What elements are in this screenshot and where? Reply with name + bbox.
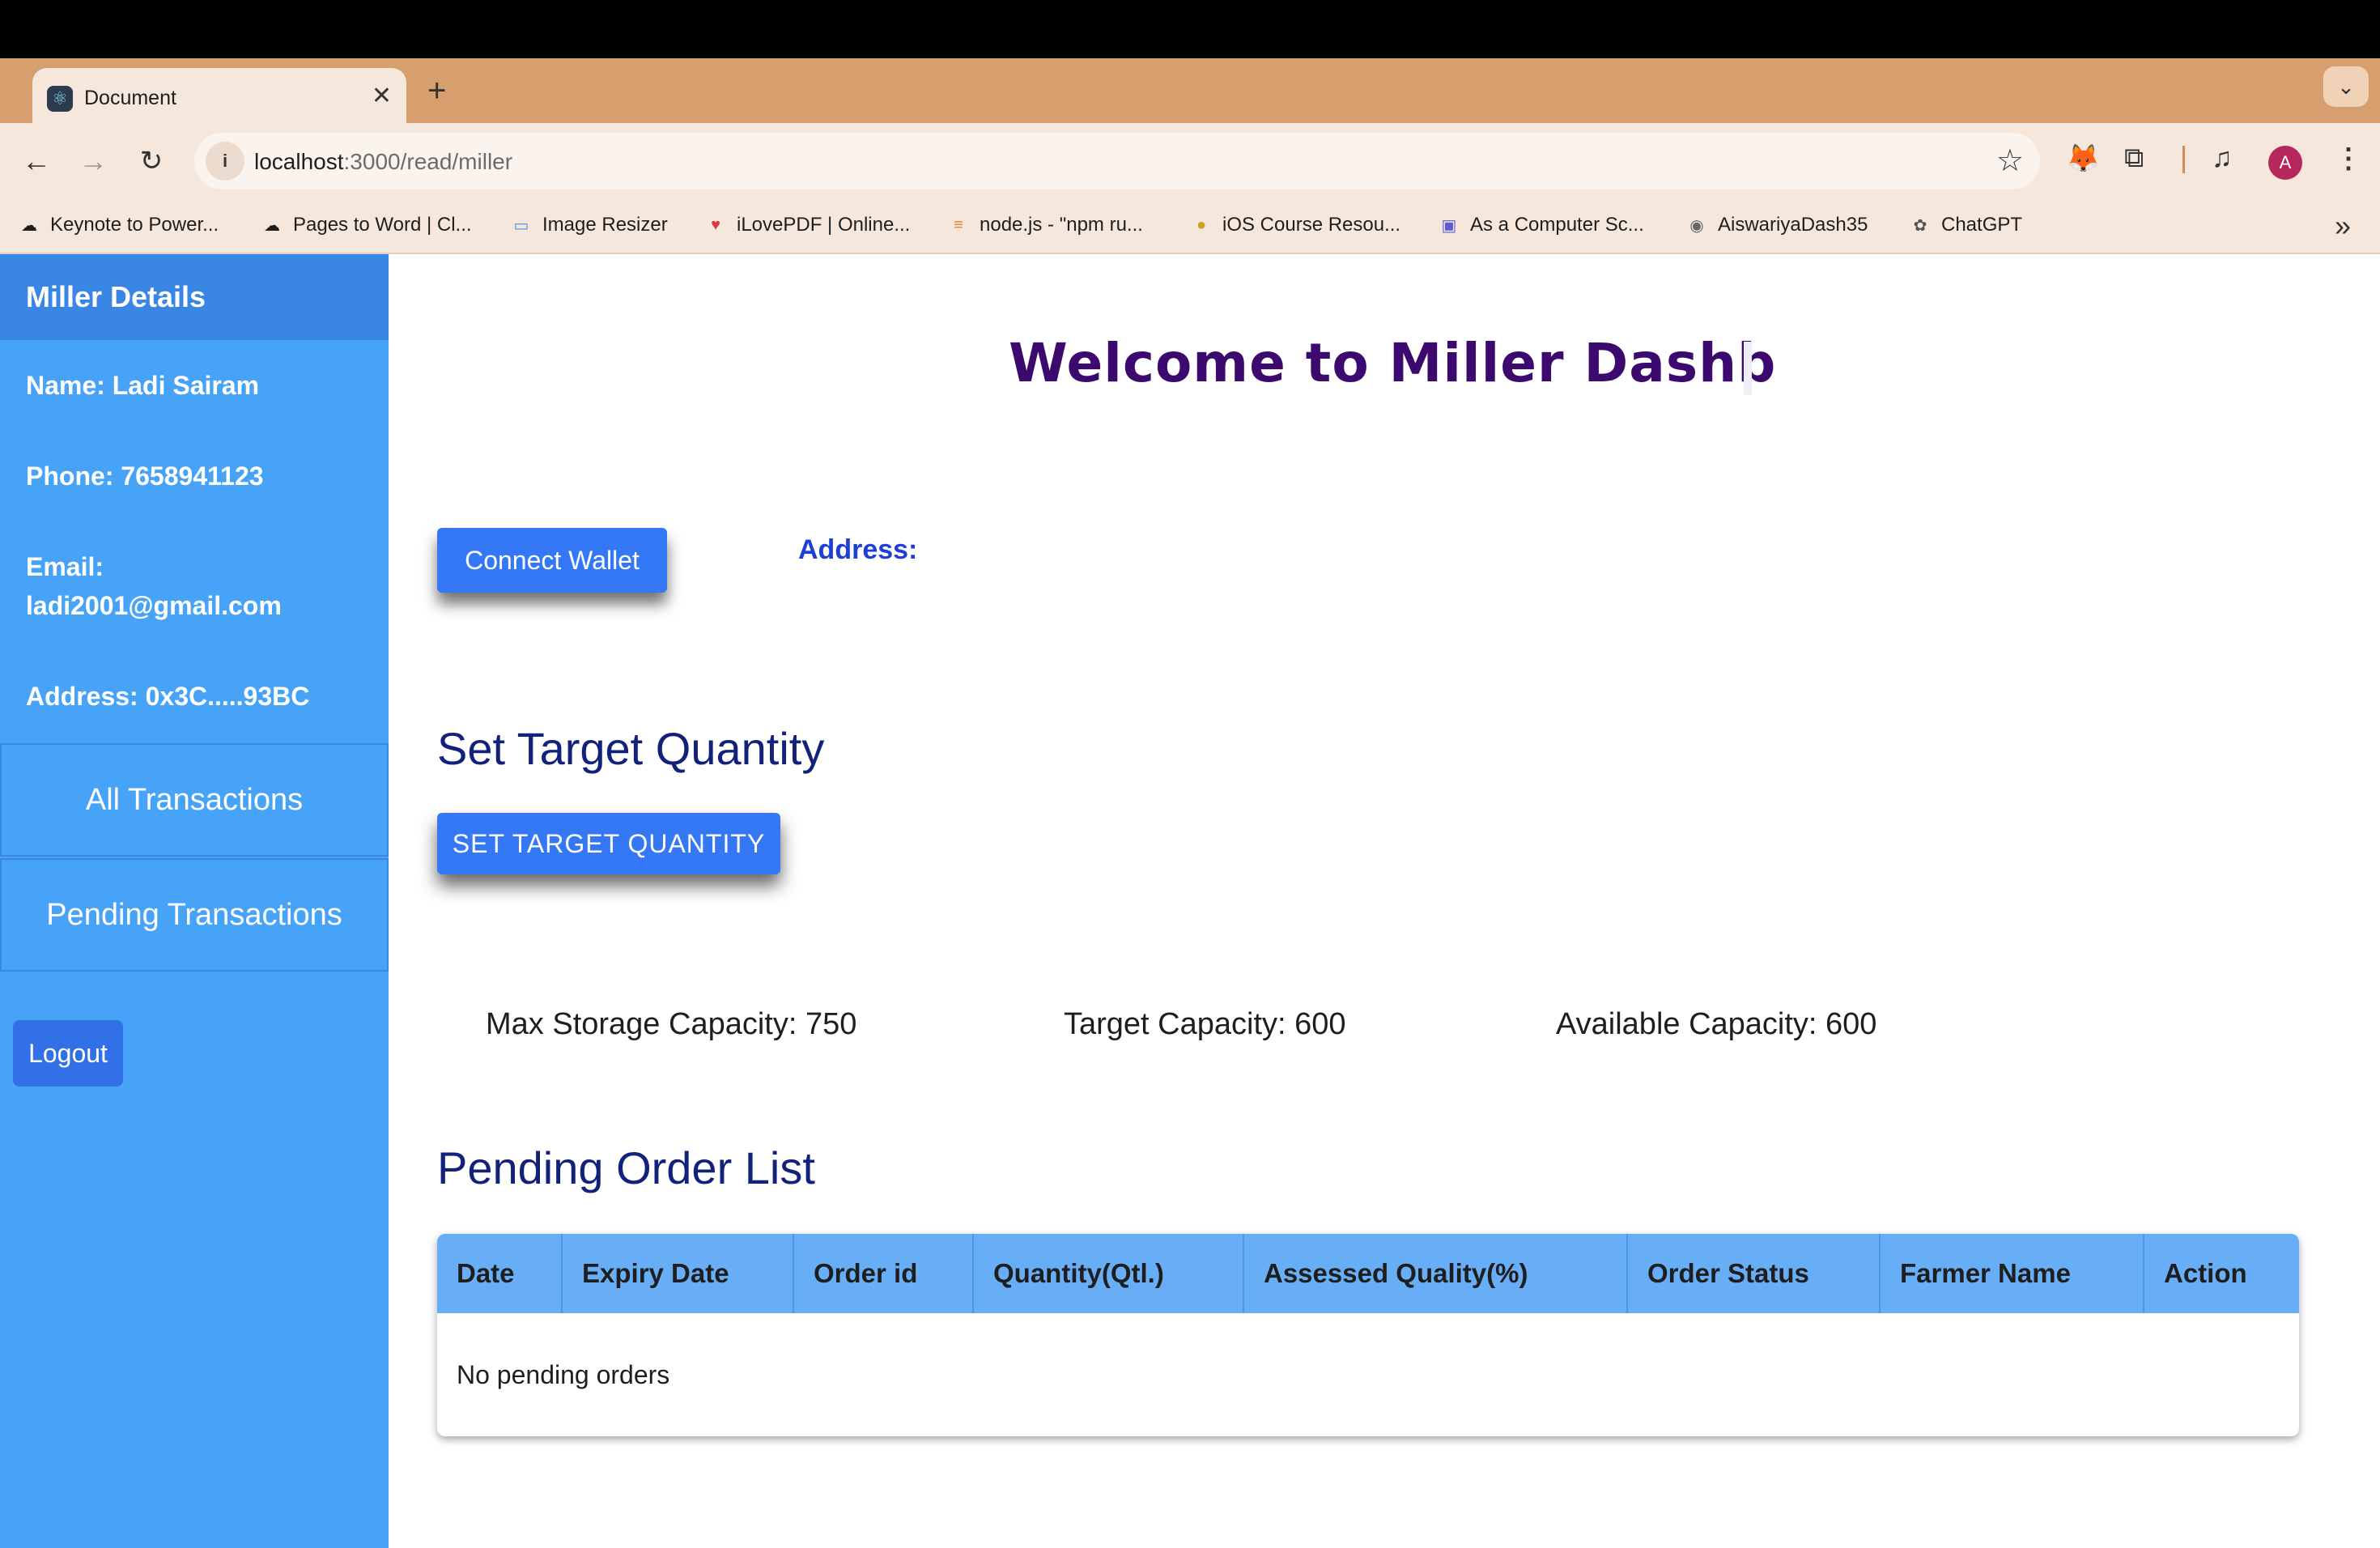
more-menu-icon[interactable]: ⋮: [2335, 142, 2362, 175]
sidebar-item-pending-transactions[interactable]: Pending Transactions: [0, 858, 389, 972]
chatgpt-icon: ✿: [1913, 216, 1927, 235]
empty-message: No pending orders: [457, 1359, 670, 1389]
target-capacity: Target Capacity: 600: [1064, 1007, 1346, 1041]
browser-toolbar: ← → ↻ i localhost:3000/read/miller ☆ 🦊 ⧉…: [0, 123, 2380, 199]
double-chevron-right-icon[interactable]: »: [2335, 209, 2351, 243]
sidebar-item-all-transactions[interactable]: All Transactions: [0, 743, 389, 857]
set-target-heading: Set Target Quantity: [437, 723, 825, 774]
screen-top-bar: [0, 0, 2380, 58]
forward-icon[interactable]: →: [73, 141, 113, 181]
pending-orders-table: Date Expiry Date Order id Quantity(Qtl.)…: [437, 1234, 2299, 1436]
cloud-icon: ☁: [21, 216, 37, 235]
set-target-quantity-button[interactable]: SET TARGET QUANTITY: [437, 813, 780, 874]
bookmark-item[interactable]: ♥ iLovePDF | Online...: [704, 214, 910, 236]
column-header: Assessed Quality(%): [1243, 1234, 1628, 1313]
github-icon: ◉: [1689, 216, 1704, 235]
column-header: Date: [437, 1234, 563, 1313]
sidebar-header: Miller Details: [0, 254, 389, 340]
info-icon[interactable]: i: [206, 142, 244, 181]
pending-order-heading: Pending Order List: [437, 1142, 815, 1193]
available-capacity: Available Capacity: 600: [1556, 1007, 1877, 1041]
column-header: Order id: [793, 1234, 974, 1313]
bookmark-item[interactable]: ● iOS Course Resou...: [1190, 214, 1400, 236]
chevron-down-icon[interactable]: ⌄: [2323, 66, 2369, 107]
typing-caret: [1744, 342, 1752, 395]
extensions-icon[interactable]: ⧉: [2124, 142, 2144, 174]
course-icon: ●: [1196, 215, 1207, 234]
browser-tab-strip: ⚛ Document ✕ + ⌄: [0, 58, 2380, 125]
new-tab-icon[interactable]: +: [427, 73, 446, 108]
bookmark-item[interactable]: ▣ As a Computer Sc...: [1438, 214, 1644, 236]
stack-overflow-icon: ≡: [954, 215, 963, 234]
bookmark-item[interactable]: ✿ ChatGPT: [1909, 214, 2022, 236]
address-bar[interactable]: i localhost:3000/read/miller ☆: [194, 133, 2040, 189]
table-row: No pending orders: [437, 1313, 2299, 1436]
wallet-address-label: Address:: [798, 534, 918, 565]
reload-icon[interactable]: ↻: [131, 141, 172, 181]
browser-tab[interactable]: ⚛ Document ✕: [32, 68, 406, 125]
miller-address: Address: 0x3C.....93BC: [26, 682, 310, 711]
miller-email: Email: ladi2001@gmail.com: [26, 552, 282, 620]
sidebar: Miller Details Name: Ladi Sairam Phone: …: [0, 254, 389, 1548]
profile-avatar[interactable]: A: [2268, 146, 2302, 180]
close-icon[interactable]: ✕: [372, 83, 392, 110]
bookmark-item[interactable]: ☁ Pages to Word | Cl...: [261, 214, 472, 236]
back-icon[interactable]: ←: [16, 141, 57, 181]
cloud-icon: ☁: [264, 216, 280, 235]
column-header: Expiry Date: [562, 1234, 794, 1313]
bookmarks-bar: ☁ Keynote to Power... ☁ Pages to Word | Cl…: [0, 199, 2380, 254]
max-storage-capacity: Max Storage Capacity: 750: [486, 1007, 857, 1041]
bookmark-item[interactable]: ≡ node.js - "npm ru...: [947, 214, 1143, 236]
star-icon[interactable]: ☆: [1996, 142, 2024, 179]
column-header: Action: [2144, 1234, 2299, 1313]
miller-phone: Phone: 7658941123: [26, 461, 264, 491]
column-header: Farmer Name: [1880, 1234, 2144, 1313]
page-content: Miller Details Name: Ladi Sairam Phone: …: [0, 254, 2380, 1548]
bookmark-item[interactable]: ☁ Keynote to Power...: [18, 214, 219, 236]
media-control-icon[interactable]: ♫: [2212, 142, 2233, 174]
tab-title: Document: [84, 87, 176, 109]
table-header-row: Date Expiry Date Order id Quantity(Qtl.)…: [437, 1234, 2299, 1313]
connect-wallet-button[interactable]: Connect Wallet: [437, 528, 667, 593]
toolbar-divider: [2182, 146, 2185, 173]
miller-name: Name: Ladi Sairam: [26, 371, 260, 400]
column-header: Order Status: [1627, 1234, 1881, 1313]
url-text[interactable]: localhost:3000/read/miller: [254, 149, 512, 175]
bookmark-item[interactable]: ▭ Image Resizer: [510, 214, 668, 236]
react-icon: ⚛: [47, 86, 73, 112]
logout-button[interactable]: Logout: [13, 1020, 123, 1087]
column-header: Quantity(Qtl.): [973, 1234, 1244, 1313]
bookmark-item[interactable]: ◉ AiswariyaDash35: [1685, 214, 1868, 236]
printer-icon: ▣: [1441, 216, 1457, 235]
heart-icon: ♥: [711, 215, 720, 234]
page-title: Welcome to Miller Dashb: [1009, 332, 1777, 394]
metamask-icon[interactable]: 🦊: [2066, 142, 2100, 175]
image-icon: ▭: [513, 216, 529, 235]
sidebar-title: Miller Details: [26, 280, 206, 313]
main-panel: Welcome to Miller Dashb Connect Wallet A…: [389, 254, 2380, 1548]
